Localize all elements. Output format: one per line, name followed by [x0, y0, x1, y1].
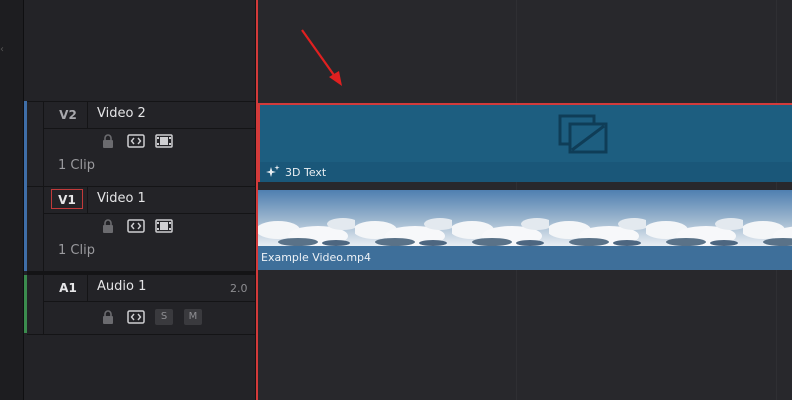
- film-strip-icon[interactable]: [155, 134, 173, 148]
- track-divider: [43, 275, 44, 335]
- auto-select-icon[interactable]: [127, 134, 145, 148]
- film-strip-icon[interactable]: [155, 219, 173, 233]
- track-divider: [44, 128, 256, 129]
- track-divider: [27, 271, 256, 275]
- track-divider: [44, 301, 256, 302]
- clip-label-3d-text: 3D Text: [285, 166, 327, 179]
- video-thumbnail-frame: [644, 190, 747, 246]
- video-thumbnail-frame: [547, 190, 650, 246]
- video-thumbnail-frame: [450, 190, 553, 246]
- track-divider: [27, 334, 256, 335]
- lock-track-icon[interactable]: [102, 134, 114, 148]
- track-color-bar-v1: [24, 186, 27, 271]
- track-color-bar-a1: [24, 275, 27, 333]
- sparkle-icon: [266, 165, 280, 177]
- playhead[interactable]: [256, 0, 258, 400]
- track-divider: [43, 101, 44, 186]
- track-divider: [87, 101, 88, 128]
- audio-channel-format: 2.0: [230, 282, 248, 295]
- annotation-arrow-icon: [301, 29, 342, 86]
- track-name-v1[interactable]: Video 1: [97, 191, 146, 206]
- track-divider: [27, 186, 256, 187]
- track-divider: [44, 213, 256, 214]
- collapse-handle-icon[interactable]: ‹: [0, 44, 4, 58]
- track-name-a1[interactable]: Audio 1: [97, 279, 146, 294]
- lock-track-icon[interactable]: [102, 310, 114, 324]
- clip-label-bar: [260, 162, 792, 182]
- clip-label-example-video: Example Video.mp4: [261, 251, 372, 264]
- lock-track-icon[interactable]: [102, 219, 114, 233]
- track-divider: [87, 186, 88, 213]
- video-thumbnail-frame: [741, 190, 792, 246]
- track-id-a1[interactable]: A1: [51, 278, 85, 298]
- track-divider: [87, 275, 88, 301]
- mute-button[interactable]: M: [184, 309, 202, 325]
- track-color-bar-v2: [24, 101, 27, 186]
- solo-button[interactable]: S: [155, 309, 173, 325]
- clip-count-v1: 1 Clip: [58, 243, 95, 258]
- video-thumbnail-frame: [353, 190, 456, 246]
- generator-placeholder-icon: [558, 114, 608, 154]
- left-edge-strip: [0, 0, 24, 400]
- track-divider: [43, 186, 44, 271]
- track-id-v1[interactable]: V1: [51, 189, 83, 209]
- track-id-v2[interactable]: V2: [51, 105, 85, 125]
- clip-example-video-thumbnails[interactable]: [258, 190, 792, 246]
- auto-select-icon[interactable]: [127, 310, 145, 324]
- track-name-v2[interactable]: Video 2: [97, 106, 146, 121]
- track-divider: [27, 101, 256, 102]
- video-thumbnail-frame: [258, 190, 359, 246]
- clip-count-v2: 1 Clip: [58, 158, 95, 173]
- auto-select-icon[interactable]: [127, 219, 145, 233]
